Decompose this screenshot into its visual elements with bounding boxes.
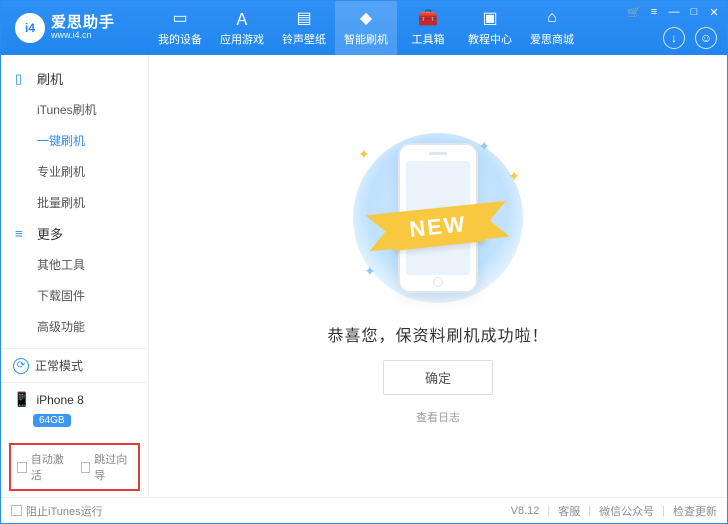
device-phone-icon: 📱 <box>13 391 30 408</box>
flash-icon: ◆ <box>356 9 376 27</box>
refresh-icon: ⟳ <box>13 358 29 374</box>
nav-tools[interactable]: 🧰 工具箱 <box>397 1 459 55</box>
mode-status[interactable]: ⟳ 正常模式 <box>1 348 148 382</box>
apps-icon: Ａ <box>232 9 252 27</box>
store-icon: ⌂ <box>542 9 562 27</box>
nav-apps[interactable]: Ａ 应用游戏 <box>211 1 273 55</box>
phone-icon: ▯ <box>15 71 31 87</box>
nav-ringtones[interactable]: ▤ 铃声壁纸 <box>273 1 335 55</box>
account-button[interactable]: ☺ <box>695 27 717 49</box>
ringtone-icon: ▤ <box>294 9 314 27</box>
main-panel: ✦✦✦✦ NEW 恭喜您，保资料刷机成功啦！ 确定 查看日志 <box>149 55 727 497</box>
minimize-icon[interactable]: — <box>667 5 681 19</box>
mode-label: 正常模式 <box>35 357 83 374</box>
block-itunes-checkbox[interactable]: 阻止iTunes运行 <box>11 503 103 519</box>
success-illustration: ✦✦✦✦ NEW <box>338 128 538 308</box>
sidebar-item-oneclick-flash[interactable]: 一键刷机 <box>1 125 148 156</box>
nav-tutorials[interactable]: ▣ 教程中心 <box>459 1 521 55</box>
customer-service-link[interactable]: 客服 <box>558 503 580 519</box>
sidebar-item-download-fw[interactable]: 下载固件 <box>1 280 148 311</box>
group-title: 刷机 <box>37 69 63 88</box>
nav-label: 教程中心 <box>468 31 512 47</box>
window-controls: 🛒 ≡ — □ ✕ <box>627 5 721 19</box>
sidebar: ▯ 刷机 iTunes刷机 一键刷机 专业刷机 批量刷机 ≡ 更多 其他工具 下… <box>1 55 149 497</box>
sidebar-item-itunes-flash[interactable]: iTunes刷机 <box>1 94 148 125</box>
view-log-link[interactable]: 查看日志 <box>416 409 460 425</box>
nav-label: 工具箱 <box>412 31 445 47</box>
app-header: i4 爱思助手 www.i4.cn ▭ 我的设备 Ａ 应用游戏 ▤ 铃声壁纸 ◆… <box>1 1 727 55</box>
wechat-link[interactable]: 微信公众号 <box>599 503 654 519</box>
skip-setup-checkbox[interactable]: 跳过向导 <box>81 451 133 483</box>
nav-label: 智能刷机 <box>344 31 388 47</box>
success-message: 恭喜您，保资料刷机成功啦！ <box>327 322 548 346</box>
more-icon: ≡ <box>15 226 31 241</box>
sidebar-item-other-tools[interactable]: 其他工具 <box>1 249 148 280</box>
sidebar-item-pro-flash[interactable]: 专业刷机 <box>1 156 148 187</box>
toolbox-icon: 🧰 <box>418 9 438 27</box>
opt-label: 阻止iTunes运行 <box>26 503 103 519</box>
group-title: 更多 <box>37 224 63 243</box>
logo-icon: i4 <box>15 13 45 43</box>
sidebar-item-advanced[interactable]: 高级功能 <box>1 311 148 342</box>
status-bar: 阻止iTunes运行 V8.12 | 客服 | 微信公众号 | 检查更新 <box>1 497 727 523</box>
nav-store[interactable]: ⌂ 爱思商城 <box>521 1 583 55</box>
top-nav: ▭ 我的设备 Ａ 应用游戏 ▤ 铃声壁纸 ◆ 智能刷机 🧰 工具箱 ▣ 教程中心 <box>149 1 583 55</box>
menu-icon[interactable]: ≡ <box>647 5 661 19</box>
storage-badge: 64GB <box>33 414 71 427</box>
close-icon[interactable]: ✕ <box>707 5 721 19</box>
sidebar-item-batch-flash[interactable]: 批量刷机 <box>1 187 148 218</box>
nav-label: 铃声壁纸 <box>282 31 326 47</box>
check-update-link[interactable]: 检查更新 <box>673 503 717 519</box>
nav-my-device[interactable]: ▭ 我的设备 <box>149 1 211 55</box>
sidebar-group-flash[interactable]: ▯ 刷机 <box>1 63 148 94</box>
cart-icon[interactable]: 🛒 <box>627 5 641 19</box>
flash-options: 自动激活 跳过向导 <box>9 443 140 491</box>
book-icon: ▣ <box>480 9 500 27</box>
device-icon: ▭ <box>170 9 190 27</box>
nav-label: 应用游戏 <box>220 31 264 47</box>
logo-subtitle: www.i4.cn <box>51 31 115 41</box>
nav-label: 我的设备 <box>158 31 202 47</box>
confirm-button[interactable]: 确定 <box>383 360 493 395</box>
device-panel[interactable]: 📱 iPhone 8 64GB <box>1 382 148 437</box>
opt-label: 自动激活 <box>31 451 69 483</box>
sidebar-group-more[interactable]: ≡ 更多 <box>1 218 148 249</box>
version-label: V8.12 <box>511 505 540 517</box>
auto-activate-checkbox[interactable]: 自动激活 <box>17 451 69 483</box>
logo-title: 爱思助手 <box>51 15 115 32</box>
logo: i4 爱思助手 www.i4.cn <box>1 13 149 43</box>
device-name: iPhone 8 <box>36 393 83 407</box>
maximize-icon[interactable]: □ <box>687 5 701 19</box>
download-button[interactable]: ↓ <box>663 27 685 49</box>
opt-label: 跳过向导 <box>94 451 132 483</box>
nav-label: 爱思商城 <box>530 31 574 47</box>
nav-flash[interactable]: ◆ 智能刷机 <box>335 1 397 55</box>
